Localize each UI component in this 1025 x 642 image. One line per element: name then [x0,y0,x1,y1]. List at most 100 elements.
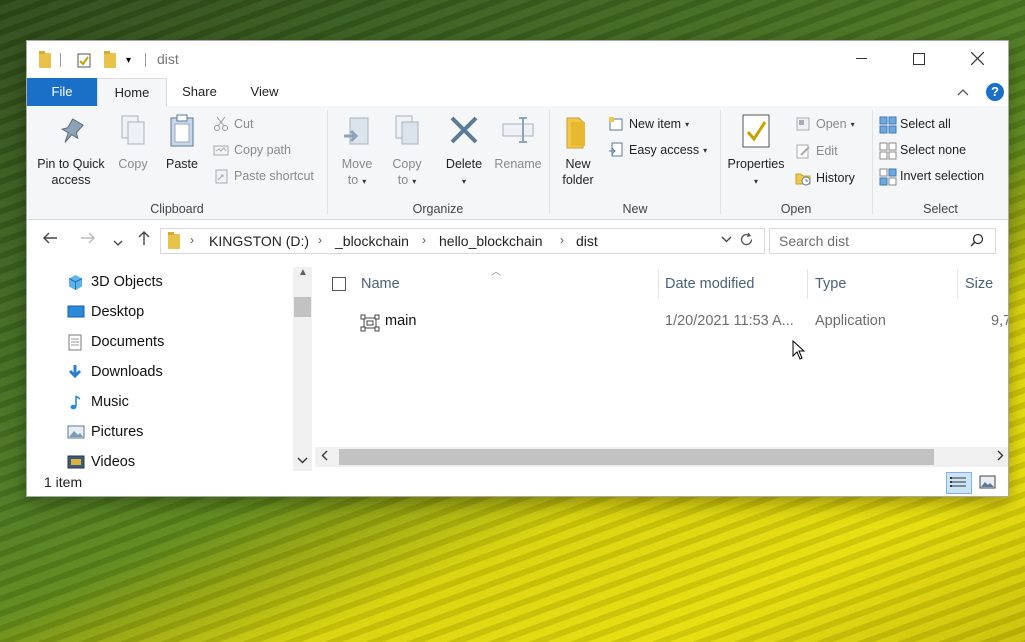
history-button[interactable]: History [795,168,855,188]
column-header-type[interactable]: Type [815,267,846,301]
address-bar[interactable]: › KINGSTON (D:) › _blockchain › hello_bl… [160,228,765,254]
search-icon[interactable] [970,233,984,250]
invert-selection-button[interactable]: Invert selection [879,166,984,186]
refresh-icon[interactable] [739,232,754,251]
address-dropdown-icon[interactable] [721,234,732,246]
properties-quick-access-icon[interactable] [77,51,91,69]
new-folder-quick-access-icon[interactable] [104,50,116,69]
nav-item-3d-objects[interactable]: 3D Objects [67,267,163,297]
edit-button[interactable]: Edit [795,141,838,161]
column-header-name[interactable]: Name [361,267,400,301]
organize-group-label: Organize [412,202,464,216]
downloads-icon [67,364,83,380]
select-group: Select all Select none Invert selection … [873,106,1008,219]
tab-home[interactable]: Home [97,78,167,106]
search-input[interactable]: Search dist [769,228,996,254]
recent-locations-chevron-icon[interactable] [113,234,123,251]
pin-to-quick-access-button[interactable]: Pin to Quick access [33,112,109,188]
nav-item-pictures[interactable]: Pictures [67,417,143,447]
move-to-icon [340,112,374,152]
delete-button[interactable]: Delete ▾ [442,112,486,190]
select-none-icon [879,142,897,160]
details-view-button[interactable] [946,472,972,494]
collapse-ribbon-icon[interactable] [957,85,969,99]
scroll-left-icon[interactable] [321,450,328,464]
copy-button[interactable]: Copy [113,112,153,172]
forward-arrow-icon[interactable] [80,231,96,249]
large-icons-view-button[interactable] [975,472,1001,494]
easy-access-button[interactable]: Easy access ▾ [608,140,707,160]
breadcrumb-kingston-drive[interactable]: KINGSTON (D:) [209,233,309,249]
details-view-icon [950,477,966,487]
navigation-pane-scrollbar[interactable]: ▲ [293,267,312,471]
customize-quick-access-icon[interactable]: ▾ [126,51,131,69]
back-arrow-icon[interactable] [42,231,58,249]
copy-path-button[interactable]: Copy path [213,140,291,160]
properties-button[interactable]: Properties ▾ [723,112,789,190]
move-to-button[interactable]: Move to ▾ [336,112,378,190]
item-count: 1 item [44,474,83,490]
tab-file[interactable]: File [27,78,97,106]
tab-view[interactable]: View [237,78,292,106]
breadcrumb-separator: › [318,233,322,247]
nav-item-videos[interactable]: Videos [67,447,135,471]
open-button[interactable]: Open ▾ [795,114,855,134]
new-folder-button[interactable]: New folder [556,112,600,188]
scroll-right-icon[interactable] [997,450,1004,464]
copy-path-icon [213,142,229,158]
new-item-button[interactable]: New item ▾ [608,114,689,134]
scroll-down-icon[interactable] [297,455,308,467]
rename-button[interactable]: Rename [492,112,544,172]
music-icon [67,394,83,410]
navigation-pane: 3D Objects Desktop Documents Downloads M… [27,267,315,471]
up-arrow-icon[interactable] [137,230,151,250]
column-header-date-modified[interactable]: Date modified [665,267,754,301]
breadcrumb-blockchain[interactable]: _blockchain [335,233,409,249]
edit-icon [795,143,811,159]
tab-share[interactable]: Share [172,78,227,106]
scrollbar-thumb[interactable] [294,297,311,317]
select-all-checkbox[interactable] [332,277,346,291]
application-icon [360,314,380,335]
copy-to-button[interactable]: Copy to ▾ [386,112,428,190]
minimize-button[interactable] [832,41,890,76]
nav-item-downloads[interactable]: Downloads [67,357,163,387]
scrollbar-thumb[interactable] [339,449,934,465]
select-group-label: Select [923,202,958,216]
file-list: ︿ Name Date modified Type Size main 1/20… [315,267,1008,471]
file-type: Application [815,313,886,329]
select-none-button[interactable]: Select none [879,140,966,160]
copy-to-icon [390,112,424,152]
title-bar: ▾ dist [27,41,1008,78]
folder-icon [168,232,180,249]
open-group: Properties ▾ Open ▾ Edit History Open [721,106,871,219]
scroll-up-icon[interactable]: ▲ [298,267,308,278]
cut-button[interactable]: Cut [213,114,253,134]
pictures-icon [67,424,85,440]
properties-icon [739,112,773,152]
close-button[interactable] [948,41,1006,76]
ribbon: Pin to Quick access Copy Paste Cut Copy … [27,106,1008,220]
maximize-button[interactable] [890,41,948,76]
file-name[interactable]: main [385,313,416,329]
nav-item-desktop[interactable]: Desktop [67,297,144,327]
select-all-button[interactable]: Select all [879,114,951,134]
paste-button[interactable]: Paste [161,112,203,172]
help-icon[interactable]: ? [986,83,1004,101]
breadcrumb-dist[interactable]: dist [576,233,598,249]
nav-item-music[interactable]: Music [67,387,129,417]
clipboard-group: Pin to Quick access Copy Paste Cut Copy … [27,106,327,219]
window-title: dist [157,51,179,67]
nav-item-documents[interactable]: Documents [67,327,164,357]
paste-shortcut-button[interactable]: Paste shortcut [213,166,314,186]
rename-icon [501,112,535,152]
breadcrumb-separator: › [560,233,564,247]
table-row[interactable]: main 1/20/2021 11:53 A... Application 9,… [315,307,1008,337]
status-bar: 1 item [27,471,1008,496]
horizontal-scrollbar[interactable] [315,447,1008,467]
column-header-size[interactable]: Size [965,267,993,301]
breadcrumb-separator: › [190,233,194,247]
breadcrumb-hello-blockchain[interactable]: hello_blockchain [439,233,543,249]
3d-objects-icon [67,274,83,290]
ribbon-tabs: File Home Share View ? [27,78,1008,106]
